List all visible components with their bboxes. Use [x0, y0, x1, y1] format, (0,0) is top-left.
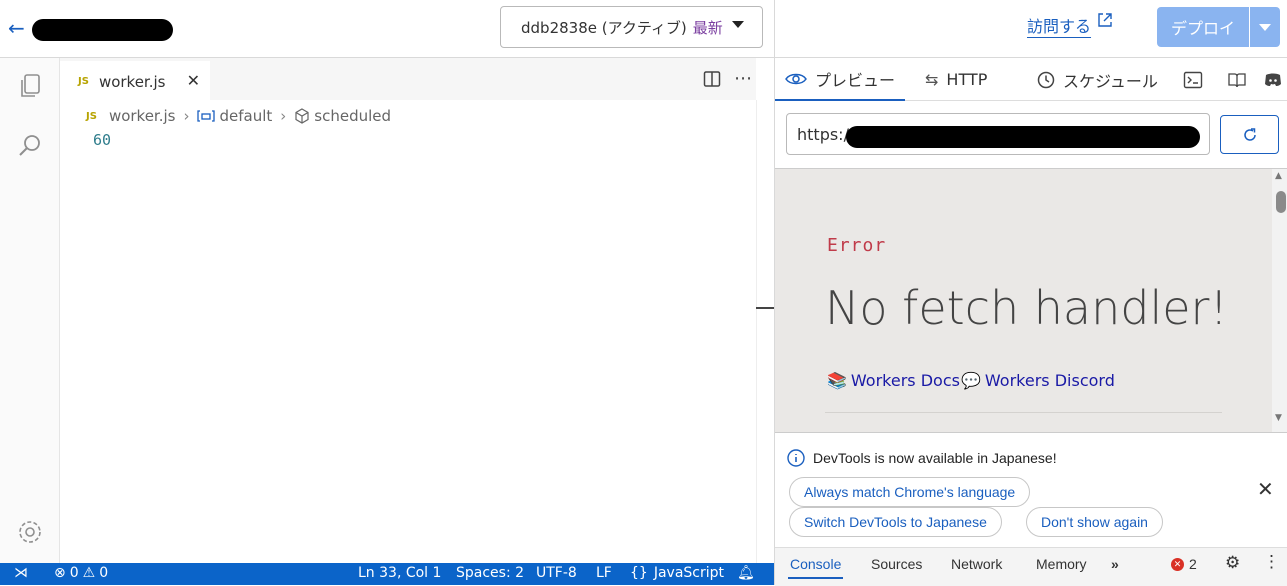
preview-pane: プレビュー ⇆ HTTP スケジュール https:/ Error No fet…	[774, 58, 1287, 586]
scrollbar-thumb[interactable]	[1276, 191, 1286, 213]
top-bar: ← ddb2838e (アクティブ) 最新	[0, 0, 774, 58]
search-icon[interactable]	[16, 132, 44, 160]
js-file-icon: JS	[86, 110, 97, 122]
devtools-tab-bar: Console Sources Network Memory » ✕ 2 ⚙ ⋮	[775, 547, 1287, 586]
bell-icon[interactable]: 🔔︎	[737, 565, 755, 581]
tab-schedule-label: スケジュール	[1063, 71, 1158, 91]
error-title: No fetch handler!	[825, 281, 1228, 335]
tab-worker-js[interactable]: JS worker.js ✕	[60, 61, 210, 102]
method-cube-icon	[295, 108, 309, 124]
devtools-panel: DevTools is now available in Japanese! A…	[775, 432, 1287, 586]
language-mode[interactable]: {} JavaScript	[630, 565, 724, 581]
close-icon[interactable]: ✕	[187, 71, 200, 90]
remote-icon[interactable]: ⋊	[14, 565, 28, 581]
always-match-language-button[interactable]: Always match Chrome's language	[789, 477, 1031, 507]
discord-icon[interactable]	[1263, 70, 1283, 90]
chevron-right-icon: ›	[183, 107, 190, 125]
project-name-redacted	[32, 19, 173, 41]
line-ending[interactable]: LF	[596, 565, 612, 581]
docs-book-icon[interactable]	[1227, 70, 1247, 90]
activity-bar	[0, 58, 60, 563]
workers-docs-link[interactable]: 📚 Workers Docs	[827, 371, 960, 390]
swap-arrows-icon: ⇆	[925, 70, 939, 89]
back-arrow-icon[interactable]: ←	[8, 18, 30, 40]
visit-link[interactable]: 訪問する	[1027, 13, 1091, 37]
refresh-button[interactable]	[1220, 115, 1279, 154]
warning-count: 0	[99, 565, 109, 581]
dont-show-again-button[interactable]: Don't show again	[1026, 507, 1163, 537]
more-options-icon[interactable]: ⋮	[1263, 552, 1280, 572]
encoding[interactable]: UTF-8	[536, 565, 577, 581]
code-line[interactable]: 60	[93, 131, 111, 149]
devtools-info-text: DevTools is now available in Japanese!	[813, 450, 1057, 466]
pane-resize-handle[interactable]	[756, 307, 774, 309]
external-link-icon[interactable]	[1097, 12, 1113, 28]
scroll-up-icon[interactable]: ▲	[1275, 171, 1282, 181]
error-label: Error	[827, 235, 887, 256]
books-icon: 📚	[827, 371, 847, 390]
tab-preview[interactable]: プレビュー	[775, 58, 905, 101]
tab-schedule[interactable]: スケジュール	[1037, 58, 1158, 101]
breadcrumb: JS worker.js › default › scheduled	[86, 105, 391, 127]
version-label: ddb2838e (アクティブ)	[521, 18, 687, 37]
deploy-options-button[interactable]	[1250, 7, 1280, 47]
workers-discord-label: Workers Discord	[984, 371, 1115, 390]
chevron-right-icon: ›	[280, 107, 287, 125]
error-icon: ✕	[1171, 557, 1184, 571]
url-redacted	[846, 126, 1200, 148]
eye-icon	[785, 73, 807, 84]
tab-label: worker.js	[98, 72, 166, 91]
error-count: 0	[69, 565, 79, 581]
warning-icon: ⚠	[82, 565, 96, 581]
close-icon[interactable]: ✕	[1257, 477, 1274, 501]
settings-gear-icon[interactable]: ⚙	[1225, 553, 1240, 573]
workers-discord-link[interactable]: 💬 Workers Discord	[961, 371, 1115, 390]
clock-icon	[1037, 71, 1055, 88]
error-icon: ⊗	[54, 565, 66, 581]
braces-icon: {}	[630, 565, 648, 581]
tab-preview-label: プレビュー	[814, 70, 895, 90]
version-latest-tag: 最新	[692, 18, 723, 37]
status-bar: ⋊ ⊗ 0 ⚠ 0 Ln 33, Col 1 Spaces: 2 UTF-8 L…	[0, 563, 774, 585]
caret-down-icon	[732, 21, 744, 28]
breadcrumb-default[interactable]: default	[219, 107, 272, 125]
tab-http-label: HTTP	[946, 70, 988, 89]
indentation[interactable]: Spaces: 2	[456, 565, 524, 581]
language-label: JavaScript	[653, 565, 725, 581]
devtools-tab-sources[interactable]: Sources	[871, 556, 922, 572]
preview-frame: Error No fetch handler! 📚 Workers Docs 💬…	[775, 168, 1287, 433]
speech-bubble-icon: 💬	[961, 371, 981, 390]
right-top-bar: 訪問する デプロイ	[774, 0, 1287, 58]
devtools-tab-network[interactable]: Network	[951, 556, 1002, 572]
more-actions-icon[interactable]: ⋯	[734, 68, 753, 89]
files-icon[interactable]	[16, 72, 44, 100]
workers-docs-label: Workers Docs	[850, 371, 960, 390]
problems-indicator[interactable]: ⊗ 0 ⚠ 0	[54, 565, 108, 581]
gear-icon[interactable]	[16, 518, 44, 546]
tab-http[interactable]: ⇆ HTTP	[925, 58, 987, 101]
split-editor-icon[interactable]	[703, 70, 721, 88]
variable-icon	[197, 110, 216, 122]
devtools-tab-console[interactable]: Console	[787, 556, 844, 579]
cursor-position[interactable]: Ln 33, Col 1	[358, 565, 441, 581]
terminal-icon[interactable]	[1183, 70, 1203, 90]
breadcrumb-scheduled[interactable]: scheduled	[314, 107, 391, 125]
deploy-button[interactable]: デプロイ	[1157, 7, 1249, 47]
js-file-icon: JS	[78, 76, 89, 87]
editor-scrollbar[interactable]	[756, 100, 774, 563]
devtools-tab-memory[interactable]: Memory	[1036, 556, 1087, 572]
refresh-icon	[1244, 128, 1256, 141]
error-counter[interactable]: ✕ 2	[1171, 556, 1197, 572]
url-prefix: https:/	[797, 124, 849, 144]
scroll-down-icon[interactable]: ▼	[1275, 413, 1282, 423]
info-icon	[787, 449, 805, 467]
switch-to-japanese-button[interactable]: Switch DevTools to Japanese	[789, 507, 1002, 537]
breadcrumb-file[interactable]: worker.js	[109, 107, 176, 125]
more-tabs-icon[interactable]: »	[1111, 556, 1119, 572]
devtools-language-notice: DevTools is now available in Japanese!	[787, 449, 1057, 467]
version-select[interactable]: ddb2838e (アクティブ) 最新	[500, 6, 763, 48]
devtools-error-count: 2	[1189, 556, 1197, 572]
divider	[825, 412, 1222, 413]
preview-tab-bar: プレビュー ⇆ HTTP スケジュール	[775, 58, 1287, 101]
